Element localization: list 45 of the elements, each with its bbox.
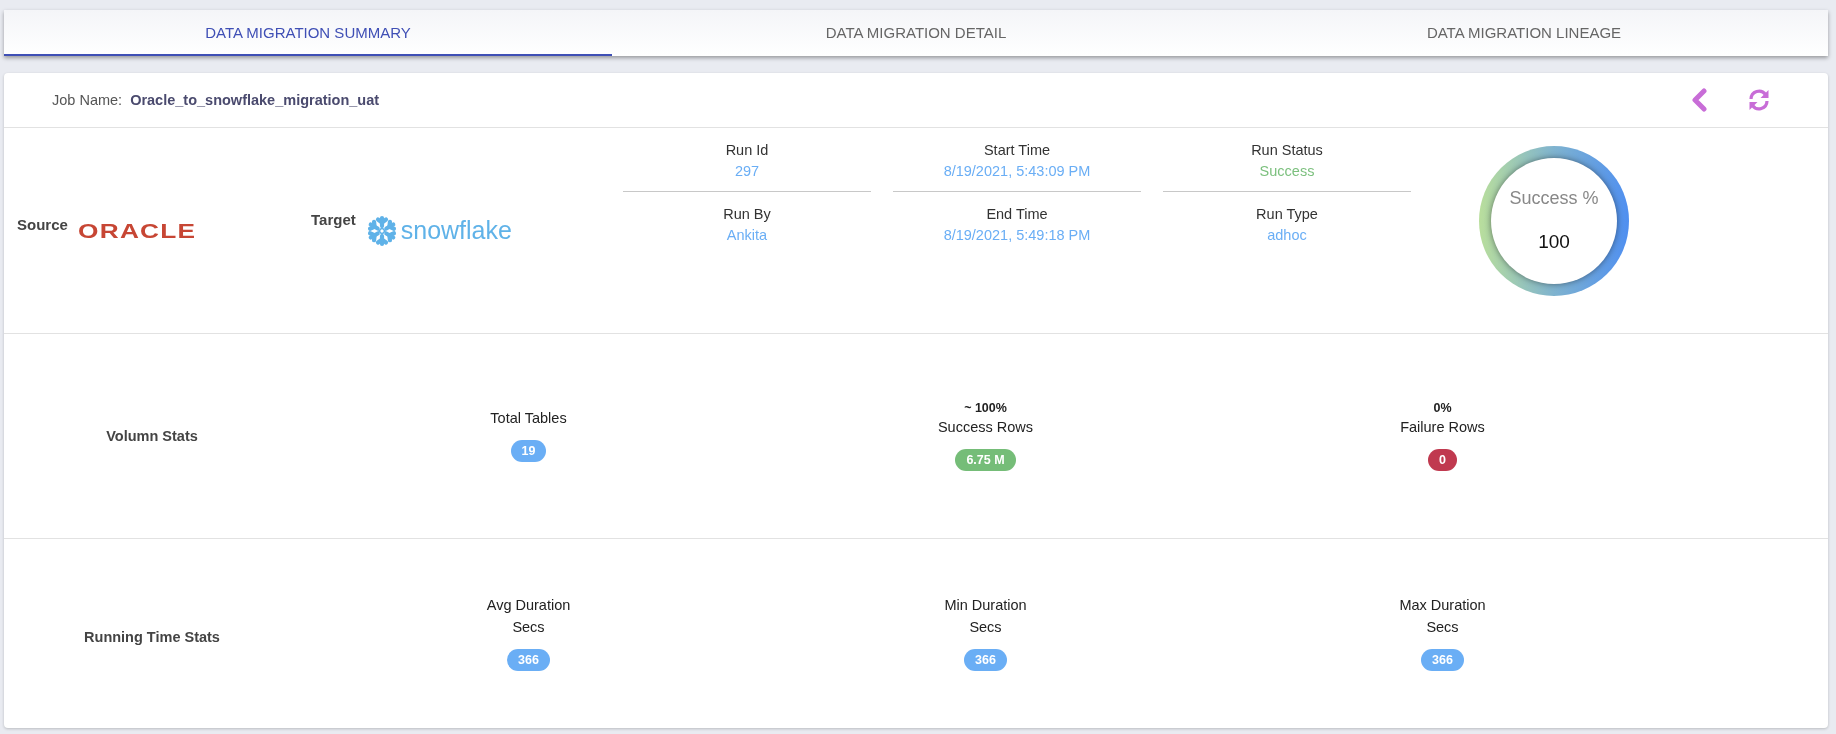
source-label: Source xyxy=(17,216,68,233)
stat-label: Avg Duration xyxy=(486,596,571,613)
unit-label: Secs xyxy=(512,618,545,635)
count-badge: 0 xyxy=(1428,449,1457,471)
unit-label: Secs xyxy=(969,618,1002,635)
percent-note: ~ 100% xyxy=(964,401,1007,415)
source-logo: ORACLE xyxy=(77,220,197,241)
count-badge: 19 xyxy=(510,440,547,462)
field-value: 297 xyxy=(734,163,760,179)
stat-label: Failure Rows xyxy=(1400,419,1485,435)
field-label: Run Id xyxy=(725,142,769,158)
unit-label: Secs xyxy=(1426,618,1459,635)
count-badge: 366 xyxy=(507,648,550,671)
field-label: Run By xyxy=(723,206,771,222)
tab[interactable]: DATA MIGRATION DETAIL xyxy=(612,10,1220,56)
refresh-button[interactable] xyxy=(1746,87,1772,113)
stat-label: Max Duration xyxy=(1399,596,1486,613)
refresh-icon xyxy=(1747,88,1771,112)
target-label: Target xyxy=(311,210,356,228)
gauge-label: Success % xyxy=(1509,188,1599,209)
job-name-label: Job Name: xyxy=(52,92,123,108)
stat-label: Min Duration xyxy=(944,596,1027,613)
count-badge: 6.75 M xyxy=(955,449,1016,471)
chevron-left-icon xyxy=(1691,88,1707,112)
count-badge: 366 xyxy=(964,648,1007,671)
field-value: 8/19/2021, 5:49:18 PM xyxy=(943,227,1091,243)
job-name: Oracle_to_snowflake_migration_uat xyxy=(130,92,380,108)
target-logo: snowflake xyxy=(365,214,512,247)
section-title: Running Time Stats xyxy=(83,627,221,645)
stat-label: Success Rows xyxy=(937,419,1034,435)
gauge-value: 100 xyxy=(1538,231,1570,253)
stat-label: Total Tables xyxy=(490,410,567,426)
count-badge: 366 xyxy=(1421,648,1464,671)
field-label: Run Type xyxy=(1256,206,1318,222)
field-value: 8/19/2021, 5:43:09 PM xyxy=(943,163,1091,179)
field-value: adhoc xyxy=(1267,227,1307,243)
percent-note: 0% xyxy=(1433,401,1452,415)
field-value: Ankita xyxy=(726,227,768,243)
field-label: End Time xyxy=(986,206,1048,222)
tab[interactable]: DATA MIGRATION SUMMARY xyxy=(4,10,612,56)
section-title: Volumn Stats xyxy=(105,428,199,444)
tab[interactable]: DATA MIGRATION LINEAGE xyxy=(1220,10,1828,56)
field-value: Success xyxy=(1259,163,1315,179)
field-label: Start Time xyxy=(983,142,1051,158)
field-label: Run Status xyxy=(1251,142,1323,158)
